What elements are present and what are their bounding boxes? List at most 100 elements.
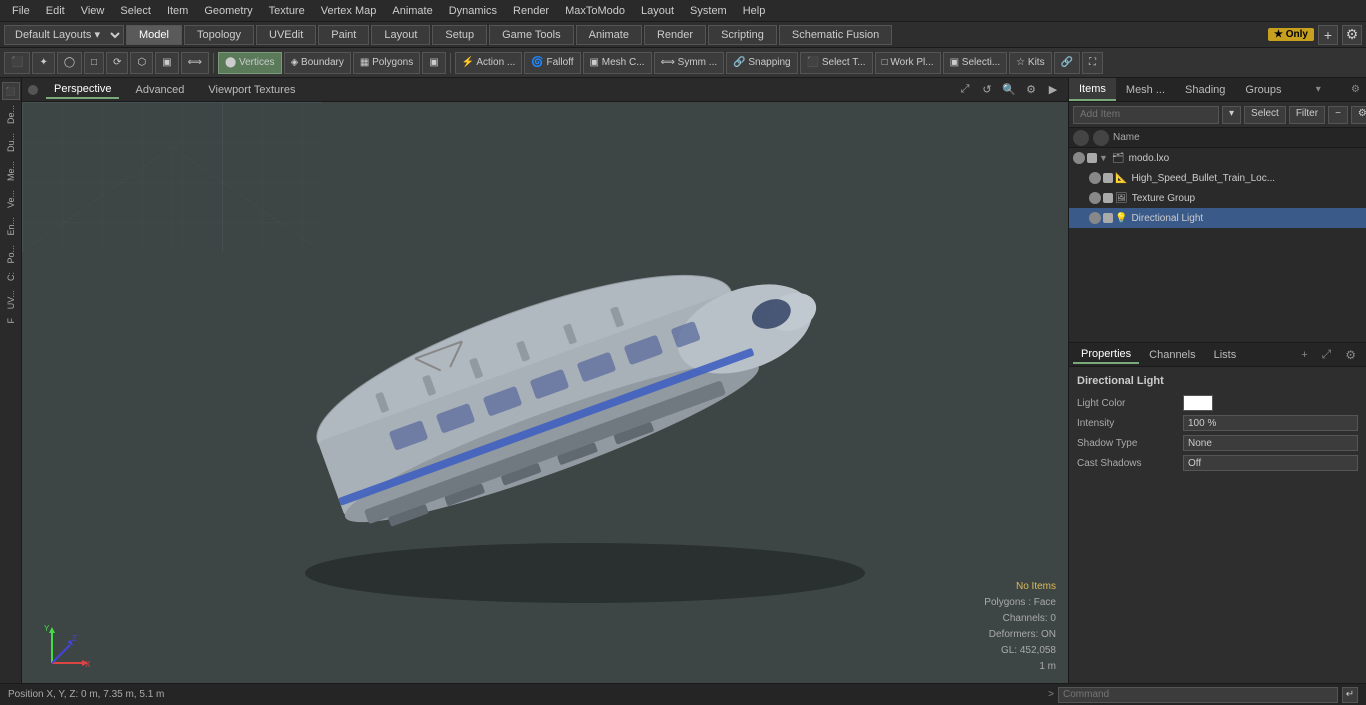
menu-select[interactable]: Select bbox=[112, 3, 159, 19]
action-btn[interactable]: ⚡ Action ... bbox=[455, 52, 523, 74]
menu-system[interactable]: System bbox=[682, 3, 735, 19]
left-tool-mesh[interactable]: Me... bbox=[4, 157, 18, 185]
item-vis-1[interactable] bbox=[1073, 152, 1085, 164]
snapping-btn[interactable]: 🔗 Snapping bbox=[726, 52, 798, 74]
prop-value-cast-shadows[interactable] bbox=[1183, 455, 1358, 471]
left-tool-uv[interactable]: UV... bbox=[4, 286, 18, 313]
rotate-mode-btn[interactable]: ◯ bbox=[57, 52, 82, 74]
kits-btn[interactable]: ☆ Kits bbox=[1009, 52, 1051, 74]
polygons-btn[interactable]: ▦ Polygons bbox=[353, 52, 420, 74]
viewport-area[interactable]: Perspective Advanced Viewport Textures ⤢… bbox=[22, 78, 1068, 683]
viewport-tab-perspective[interactable]: Perspective bbox=[46, 81, 119, 99]
left-tool-poly[interactable]: Po... bbox=[4, 241, 18, 268]
transform-mode-btn[interactable]: ⟳ bbox=[106, 52, 128, 74]
viewport-zoom-icon[interactable]: 🔍 bbox=[1000, 81, 1018, 99]
prop-settings-icon[interactable]: ⚙ bbox=[1339, 346, 1362, 364]
command-input[interactable] bbox=[1058, 687, 1338, 703]
menu-animate[interactable]: Animate bbox=[384, 3, 440, 19]
items-tab-shading[interactable]: Shading bbox=[1175, 78, 1235, 101]
items-tab-more[interactable]: ▾ bbox=[1310, 82, 1327, 97]
viewport-fit-icon[interactable]: ⤢ bbox=[956, 81, 974, 99]
symm-btn[interactable]: ⟺ Symm ... bbox=[654, 52, 725, 74]
items-minus-btn[interactable]: − bbox=[1328, 106, 1348, 124]
item-row-train[interactable]: 📐 High_Speed_Bullet_Train_Loc... bbox=[1069, 168, 1366, 188]
viewport-tab-textures[interactable]: Viewport Textures bbox=[200, 82, 303, 98]
items-tab-mesh[interactable]: Mesh ... bbox=[1116, 78, 1175, 101]
viewport-fullscreen-btn[interactable]: ⛶ bbox=[1082, 52, 1103, 74]
tab-topology[interactable]: Topology bbox=[184, 25, 254, 45]
viewport-reset-icon[interactable]: ↺ bbox=[978, 81, 996, 99]
left-tool-f[interactable]: F bbox=[4, 314, 18, 328]
item-vis-8[interactable] bbox=[1103, 213, 1113, 223]
prop-expand-icon[interactable]: ⤢ bbox=[1316, 345, 1338, 364]
item-vis-3[interactable] bbox=[1089, 172, 1101, 184]
add-layout-button[interactable]: + bbox=[1318, 25, 1338, 45]
tab-uvedit[interactable]: UVEdit bbox=[256, 25, 316, 45]
viewport-content[interactable]: No Items Polygons : Face Channels: 0 Def… bbox=[22, 102, 1068, 683]
left-tool-c[interactable]: C: bbox=[4, 268, 18, 285]
add-item-input[interactable] bbox=[1073, 106, 1219, 124]
items-select-btn[interactable]: Select bbox=[1244, 106, 1286, 124]
align-btn[interactable]: ▣ bbox=[155, 52, 178, 74]
menu-layout[interactable]: Layout bbox=[633, 3, 682, 19]
item-vis-7[interactable] bbox=[1089, 212, 1101, 224]
prop-tab-channels[interactable]: Channels bbox=[1141, 347, 1203, 363]
tab-schematic-fusion[interactable]: Schematic Fusion bbox=[779, 25, 892, 45]
left-tool-env[interactable]: En... bbox=[4, 213, 18, 240]
items-tab-items[interactable]: Items bbox=[1069, 78, 1116, 101]
left-tool-deform[interactable]: De... bbox=[4, 101, 18, 128]
items-dropdown-btn[interactable]: ▾ bbox=[1222, 106, 1241, 124]
item-row-modo-lxo[interactable]: ▼ 🗂 modo.lxo bbox=[1069, 148, 1366, 168]
selecti-btn[interactable]: ▣ Selecti... bbox=[943, 52, 1008, 74]
menu-render[interactable]: Render bbox=[505, 3, 557, 19]
left-tool-vert[interactable]: Ve... bbox=[4, 186, 18, 212]
prop-tab-properties[interactable]: Properties bbox=[1073, 346, 1139, 364]
viewport-settings-icon[interactable]: ⚙ bbox=[1022, 81, 1040, 99]
items-settings-btn[interactable]: ⚙ bbox=[1351, 106, 1366, 124]
item-vis-5[interactable] bbox=[1089, 192, 1101, 204]
menu-item[interactable]: Item bbox=[159, 3, 196, 19]
prop-add-btn[interactable]: + bbox=[1295, 347, 1313, 363]
work-pl-btn[interactable]: □ Work Pl... bbox=[875, 52, 941, 74]
menu-maxtomodo[interactable]: MaxToModo bbox=[557, 3, 633, 19]
menu-view[interactable]: View bbox=[73, 3, 113, 19]
left-tool-dup[interactable]: Du... bbox=[4, 129, 18, 156]
tab-game-tools[interactable]: Game Tools bbox=[489, 25, 574, 45]
tab-setup[interactable]: Setup bbox=[432, 25, 487, 45]
boundary-btn[interactable]: ◈ Boundary bbox=[284, 52, 351, 74]
scale-mode-btn[interactable]: □ bbox=[84, 52, 104, 74]
layout-options-button[interactable]: ⚙ bbox=[1342, 25, 1362, 45]
mirror-btn[interactable]: ⟺ bbox=[181, 52, 209, 74]
menu-dynamics[interactable]: Dynamics bbox=[441, 3, 505, 19]
tab-layout[interactable]: Layout bbox=[371, 25, 430, 45]
mesh-c-btn[interactable]: ▣ Mesh C... bbox=[583, 52, 652, 74]
snapping-mode-btn[interactable]: ⬡ bbox=[130, 52, 153, 74]
vertices-btn[interactable]: ⬤ Vertices bbox=[218, 52, 282, 74]
left-tool-1[interactable]: ⬛ bbox=[2, 82, 20, 100]
menu-file[interactable]: File bbox=[4, 3, 38, 19]
items-filter-btn[interactable]: Filter bbox=[1289, 106, 1325, 124]
menu-help[interactable]: Help bbox=[735, 3, 774, 19]
tab-render[interactable]: Render bbox=[644, 25, 706, 45]
falloff-btn[interactable]: 🌀 Falloff bbox=[524, 52, 580, 74]
select-t-btn[interactable]: ⬛ Select T... bbox=[800, 52, 873, 74]
prop-color-swatch[interactable] bbox=[1183, 395, 1213, 411]
menu-geometry[interactable]: Geometry bbox=[196, 3, 260, 19]
menu-edit[interactable]: Edit bbox=[38, 3, 73, 19]
tab-animate[interactable]: Animate bbox=[576, 25, 642, 45]
item-vis-6[interactable] bbox=[1103, 193, 1113, 203]
mesh-select-btn[interactable]: ▣ bbox=[422, 52, 445, 74]
viewport-expand-icon[interactable]: ▶ bbox=[1044, 81, 1062, 99]
viewport-tab-advanced[interactable]: Advanced bbox=[127, 82, 192, 98]
item-row-directional-light[interactable]: 💡 Directional Light bbox=[1069, 208, 1366, 228]
items-tab-groups[interactable]: Groups bbox=[1235, 78, 1291, 101]
prop-value-intensity[interactable] bbox=[1183, 415, 1358, 431]
command-submit-btn[interactable]: ↵ bbox=[1342, 687, 1358, 703]
tab-scripting[interactable]: Scripting bbox=[708, 25, 777, 45]
menu-texture[interactable]: Texture bbox=[261, 3, 313, 19]
viewport-link-btn[interactable]: 🔗 bbox=[1054, 52, 1080, 74]
menu-vertex-map[interactable]: Vertex Map bbox=[313, 3, 385, 19]
item-vis-2[interactable] bbox=[1087, 153, 1097, 163]
item-vis-4[interactable] bbox=[1103, 173, 1113, 183]
prop-tab-lists[interactable]: Lists bbox=[1206, 347, 1245, 363]
